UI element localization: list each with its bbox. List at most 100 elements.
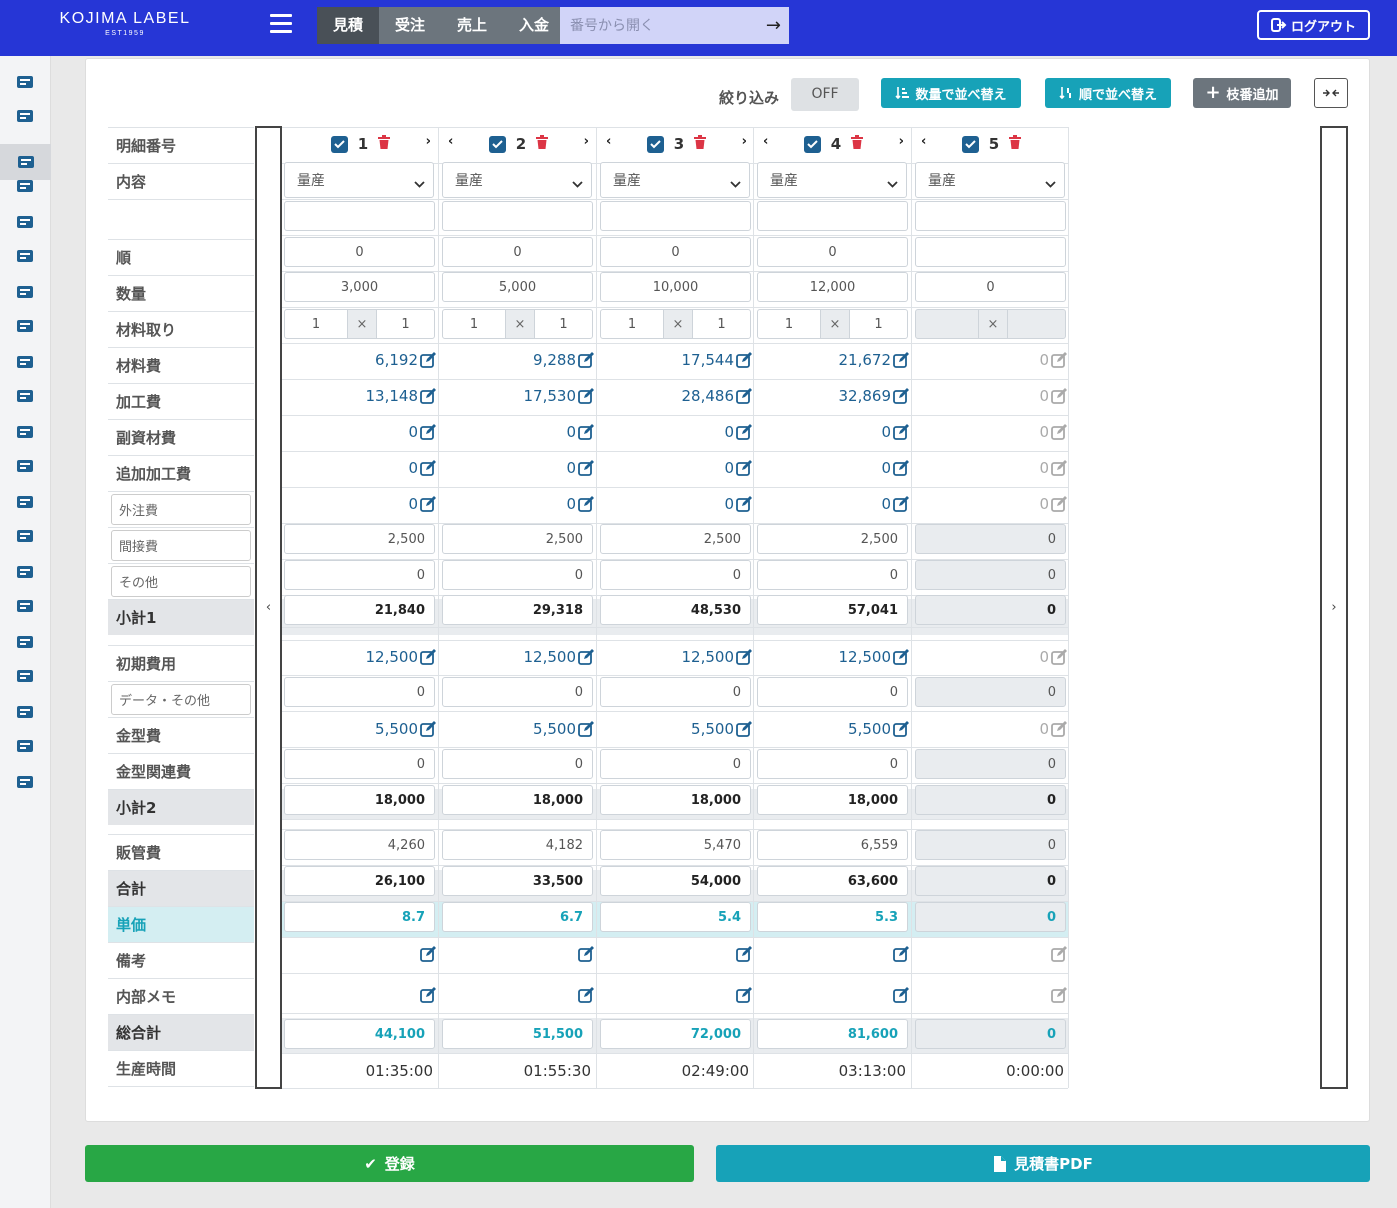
mold-related-input[interactable]: 0	[284, 749, 435, 779]
mold-value[interactable]: 5,500	[598, 714, 753, 744]
quantity-input[interactable]: 10,000	[600, 272, 751, 302]
label-other-input[interactable]: その他	[111, 566, 251, 597]
sort-by-order-button[interactable]: 順で並べ替え	[1045, 78, 1171, 108]
edit-icon[interactable]	[420, 496, 437, 512]
column-next-icon[interactable]: ›	[742, 134, 747, 149]
trash-icon[interactable]	[1009, 135, 1022, 153]
sidebar-building-icon[interactable]	[14, 666, 36, 686]
outsourcing-value[interactable]: 0	[598, 489, 753, 519]
edit-icon[interactable]	[893, 946, 910, 962]
sidebar-dashboard-icon[interactable]	[14, 72, 36, 92]
tab-sales[interactable]: 売上	[441, 7, 504, 44]
item-name-input[interactable]	[600, 201, 751, 231]
sidebar-printer-icon[interactable]	[14, 422, 36, 442]
sub_material-value[interactable]: 0	[598, 417, 753, 447]
internal-memo-edit[interactable]	[755, 980, 910, 1010]
order-input[interactable]: 0	[757, 237, 908, 267]
hamburger-menu-icon[interactable]	[270, 14, 292, 34]
other-input[interactable]: 0	[600, 560, 751, 590]
quantity-input[interactable]: 5,000	[442, 272, 593, 302]
column-select-checkbox[interactable]	[961, 135, 979, 153]
edit-icon[interactable]	[578, 496, 595, 512]
edit-icon[interactable]	[1051, 496, 1068, 512]
material-take-b-input[interactable]: 1	[693, 310, 750, 338]
sidebar-id-card-icon[interactable]	[14, 562, 36, 582]
sidebar-chart-icon[interactable]	[14, 526, 36, 546]
indirect-input[interactable]: 2,500	[600, 524, 751, 554]
material-take-b-input[interactable]	[1008, 310, 1065, 338]
mold-value[interactable]: 5,500	[755, 714, 910, 744]
content-select[interactable]: 量産	[284, 162, 434, 198]
mold-related-input[interactable]: 0	[915, 749, 1066, 779]
material-take-b-input[interactable]: 1	[535, 310, 592, 338]
item-name-input[interactable]	[442, 201, 593, 231]
edit-icon[interactable]	[736, 987, 753, 1003]
content-select[interactable]: 量産	[442, 162, 592, 198]
column-select-checkbox[interactable]	[488, 135, 506, 153]
label-indirect-input[interactable]: 間接費	[111, 530, 251, 561]
add-branch-button[interactable]: + 枝番追加	[1193, 78, 1291, 108]
sort-by-quantity-button[interactable]: 数量で並べ替え	[881, 78, 1021, 108]
sidebar-inbox-icon[interactable]	[14, 176, 36, 196]
material-value[interactable]: 6,192	[282, 345, 437, 375]
brand-logo[interactable]: KOJIMA LABEL EST1959	[40, 10, 210, 37]
content-select[interactable]: 量産	[757, 162, 907, 198]
edit-icon[interactable]	[420, 424, 437, 440]
mold-value[interactable]: 5,500	[440, 714, 595, 744]
order-input[interactable]	[915, 237, 1066, 267]
outsourcing-value[interactable]: 0	[913, 489, 1068, 519]
edit-icon[interactable]	[1051, 388, 1068, 404]
scroll-right-button[interactable]: ›	[1320, 126, 1348, 1089]
additional-value[interactable]: 0	[598, 453, 753, 483]
edit-icon[interactable]	[893, 352, 910, 368]
item-name-input[interactable]	[915, 201, 1066, 231]
remarks-edit[interactable]	[282, 939, 437, 969]
mold-related-input[interactable]: 0	[442, 749, 593, 779]
edit-icon[interactable]	[893, 721, 910, 737]
label-data_other-input[interactable]: データ・その他	[111, 684, 251, 715]
edit-icon[interactable]	[893, 649, 910, 665]
admin-cost-input[interactable]: 5,470	[600, 830, 751, 860]
processing-value[interactable]: 32,869	[755, 381, 910, 411]
edit-icon[interactable]	[736, 946, 753, 962]
scroll-left-button[interactable]: ‹	[255, 126, 282, 1089]
mold-related-input[interactable]: 0	[757, 749, 908, 779]
processing-value[interactable]: 17,530	[440, 381, 595, 411]
quantity-input[interactable]: 0	[915, 272, 1066, 302]
collapse-columns-button[interactable]	[1314, 78, 1348, 108]
material-take-a-input[interactable]	[916, 310, 978, 338]
material-value[interactable]: 9,288	[440, 345, 595, 375]
column-prev-icon[interactable]: ‹	[921, 134, 926, 149]
trash-icon[interactable]	[851, 135, 864, 153]
arrow-right-icon[interactable]: →	[766, 15, 781, 36]
content-select[interactable]: 量産	[600, 162, 750, 198]
item-name-input[interactable]	[757, 201, 908, 231]
admin-cost-input[interactable]: 6,559	[757, 830, 908, 860]
internal-memo-edit[interactable]	[282, 980, 437, 1010]
column-next-icon[interactable]: ›	[584, 134, 589, 149]
edit-icon[interactable]	[1051, 460, 1068, 476]
material-take-a-input[interactable]: 1	[443, 310, 505, 338]
edit-icon[interactable]	[420, 388, 437, 404]
remarks-edit[interactable]	[598, 939, 753, 969]
mold-related-input[interactable]: 0	[600, 749, 751, 779]
trash-icon[interactable]	[378, 135, 391, 153]
edit-icon[interactable]	[893, 496, 910, 512]
edit-icon[interactable]	[736, 496, 753, 512]
edit-icon[interactable]	[578, 424, 595, 440]
processing-value[interactable]: 0	[913, 381, 1068, 411]
sub_material-value[interactable]: 0	[440, 417, 595, 447]
quantity-input[interactable]: 12,000	[757, 272, 908, 302]
admin-cost-input[interactable]: 0	[915, 830, 1066, 860]
material-take-a-input[interactable]: 1	[285, 310, 347, 338]
initial-value[interactable]: 12,500	[598, 642, 753, 672]
edit-icon[interactable]	[893, 460, 910, 476]
additional-value[interactable]: 0	[282, 453, 437, 483]
material-value[interactable]: 21,672	[755, 345, 910, 375]
initial-value[interactable]: 0	[913, 642, 1068, 672]
logout-button[interactable]: ログアウト	[1257, 10, 1370, 40]
sidebar-gears-icon[interactable]	[14, 772, 36, 792]
column-next-icon[interactable]: ›	[426, 134, 431, 149]
sidebar-building-icon[interactable]	[14, 596, 36, 616]
tab-payment[interactable]: 入金	[503, 7, 566, 44]
